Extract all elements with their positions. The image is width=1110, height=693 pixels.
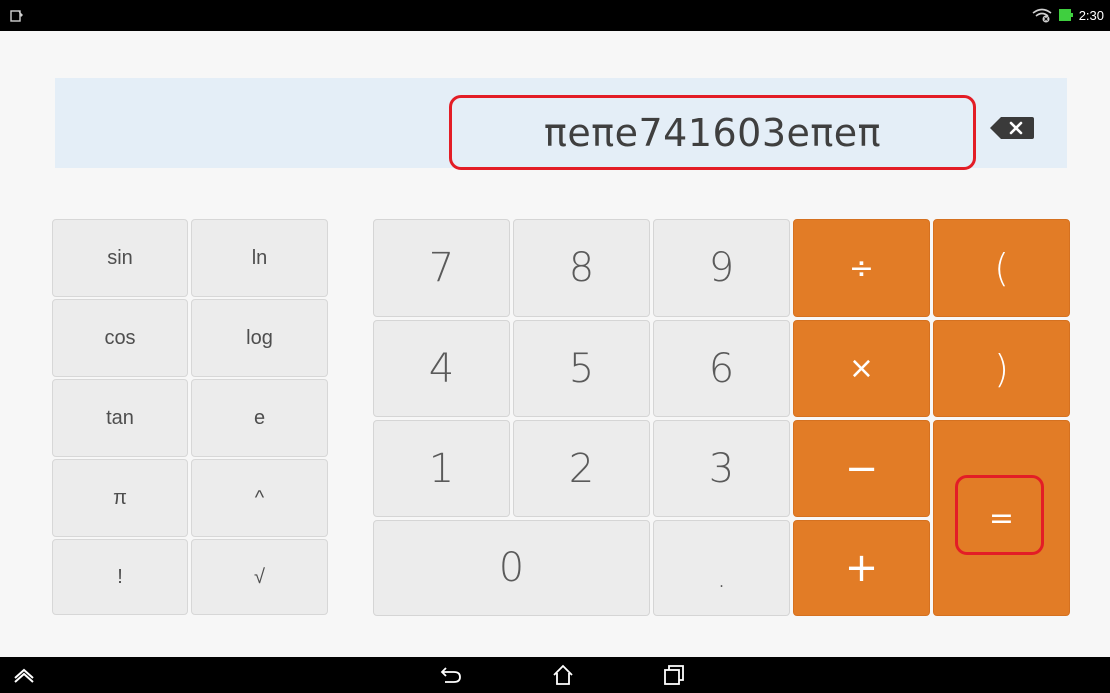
notification-icon [10,10,23,22]
power-button[interactable]: ^ [191,459,328,537]
backspace-icon[interactable] [989,115,1035,141]
divide-button[interactable]: ÷ [793,219,930,317]
home-icon[interactable] [551,664,575,686]
decimal-point-button[interactable]: . [653,520,790,616]
cos-button[interactable]: cos [52,299,188,377]
digit-9-button[interactable]: 9 [653,219,790,317]
battery-icon [1058,9,1073,21]
digit-6-button[interactable]: 6 [653,320,790,417]
factorial-button[interactable]: ! [52,539,188,615]
digit-0-button[interactable]: 0 [373,520,650,616]
status-right-group: 2:30 [1031,6,1104,24]
wifi-icon [1032,8,1052,23]
equals-button[interactable]: = [933,420,1070,616]
chevron-up-icon[interactable] [12,664,36,686]
ln-button[interactable]: ln [191,219,328,297]
digit-5-button[interactable]: 5 [513,320,650,417]
multiply-button[interactable]: × [793,320,930,417]
digit-2-button[interactable]: 2 [513,420,650,517]
e-button[interactable]: e [191,379,328,457]
digit-8-button[interactable]: 8 [513,219,650,317]
open-paren-button[interactable]: ( [933,219,1070,317]
log-button[interactable]: log [191,299,328,377]
navigation-bar [0,657,1110,693]
recent-apps-icon[interactable] [662,664,686,686]
sin-button[interactable]: sin [52,219,188,297]
digit-7-button[interactable]: 7 [373,219,510,317]
status-bar: 2:30 [0,0,1110,31]
tan-button[interactable]: tan [52,379,188,457]
digit-4-button[interactable]: 4 [373,320,510,417]
expression-highlight: πeπe741603eπeπ [449,95,976,170]
close-paren-button[interactable]: ) [933,320,1070,417]
pi-button[interactable]: π [52,459,188,537]
plus-button[interactable]: + [793,520,930,616]
back-icon[interactable] [439,664,463,686]
expression-text[interactable]: πeπe741603eπeπ [544,114,881,152]
status-time: 2:30 [1078,7,1104,23]
minus-button[interactable]: − [793,420,930,517]
digit-3-button[interactable]: 3 [653,420,790,517]
sqrt-button[interactable]: √ [191,539,328,615]
digit-1-button[interactable]: 1 [373,420,510,517]
calculator-screen: 2:30 πeπe741603eπeπ sin ln cos log tan e… [0,0,1110,693]
